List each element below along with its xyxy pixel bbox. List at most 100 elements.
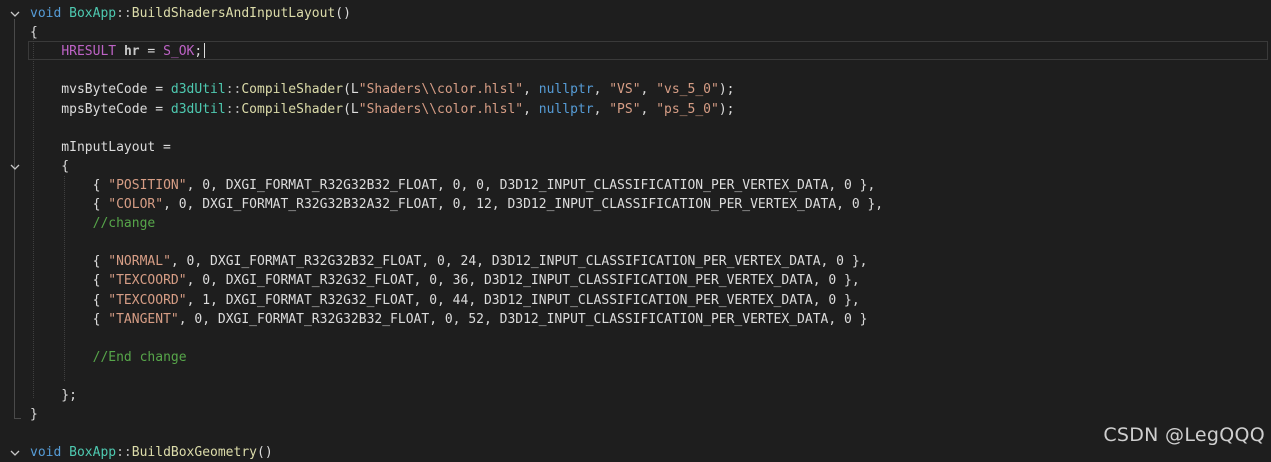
code-text: } (30, 405, 38, 424)
code-editor[interactable]: void BoxApp::BuildShadersAndInputLayout(… (0, 0, 1271, 462)
code-line[interactable]: { "COLOR", 0, DXGI_FORMAT_R32G32B32A32_F… (0, 195, 1271, 214)
code-line[interactable]: //change (0, 214, 1271, 233)
code-line[interactable]: { "TEXCOORD", 1, DXGI_FORMAT_R32G32_FLOA… (0, 291, 1271, 310)
code-text: { (30, 23, 38, 42)
code-token: BoxApp (69, 6, 117, 21)
code-token: //change (92, 216, 156, 232)
code-token: "vs_5_0" (656, 82, 719, 98)
code-token: { (30, 273, 109, 289)
code-line[interactable] (0, 367, 1271, 386)
code-token: { (30, 292, 109, 308)
code-token: "NORMAL" (108, 254, 171, 270)
code-text: void BoxApp::BuildBoxGeometry() (30, 443, 273, 462)
code-token: :: (116, 445, 132, 461)
code-line[interactable] (0, 329, 1271, 348)
code-text: { "COLOR", 0, DXGI_FORMAT_R32G32B32A32_F… (30, 195, 884, 214)
code-token: ; (194, 44, 203, 60)
code-line[interactable]: { "TEXCOORD", 0, DXGI_FORMAT_R32G32_FLOA… (0, 271, 1271, 290)
code-text: mvsByteCode = d3dUtil::CompileShader(L"S… (30, 80, 734, 99)
code-line[interactable]: { "TANGENT", 0, DXGI_FORMAT_R32G32B32_FL… (0, 310, 1271, 329)
code-line[interactable]: //End change (0, 348, 1271, 367)
code-token: { (30, 197, 109, 212)
code-line[interactable]: { "POSITION", 0, DXGI_FORMAT_R32G32B32_F… (0, 176, 1271, 195)
code-token: mvsByteCode = (30, 82, 171, 98)
code-line[interactable]: } (0, 405, 1271, 424)
code-token: () (257, 445, 273, 461)
code-line[interactable] (0, 61, 1271, 80)
code-token: BuildShadersAndInputLayout (131, 6, 336, 21)
code-line[interactable]: void BoxApp::BuildShadersAndInputLayout(… (0, 4, 1271, 23)
code-token: "TEXCOORD" (108, 273, 187, 289)
code-token: } (30, 407, 38, 423)
code-token: (L (343, 82, 359, 98)
code-token: , (523, 82, 539, 98)
code-line[interactable] (0, 424, 1271, 443)
code-line[interactable]: { (0, 23, 1271, 42)
code-text: mpsByteCode = d3dUtil::CompileShader(L"S… (30, 100, 734, 119)
code-token: , 0, DXGI_FORMAT_R32G32_FLOAT, 0, 36, D3… (186, 273, 860, 289)
code-token: "TANGENT" (108, 311, 179, 327)
code-line[interactable]: }; (0, 386, 1271, 405)
code-token: mpsByteCode = (30, 101, 171, 117)
code-token: (L (343, 101, 359, 117)
code-text: HRESULT hr = S_OK; (30, 42, 202, 61)
code-token: //End change (92, 349, 187, 365)
code-text: { "NORMAL", 0, DXGI_FORMAT_R32G32B32_FLO… (30, 252, 868, 271)
watermark: CSDN @LegQQQ (1103, 424, 1265, 446)
code-token: d3dUtil (170, 82, 226, 98)
chevron-down-icon[interactable] (4, 443, 20, 462)
code-token: :: (225, 101, 242, 117)
code-line[interactable]: void BoxApp::BuildBoxGeometry() (0, 443, 1271, 462)
code-token: hr (123, 44, 140, 60)
code-token: = (139, 44, 164, 60)
code-text: void BoxApp::BuildShadersAndInputLayout(… (30, 4, 351, 23)
code-token: , (640, 101, 657, 117)
code-token: S_OK (163, 44, 195, 60)
code-text: { "TEXCOORD", 0, DXGI_FORMAT_R32G32_FLOA… (30, 271, 860, 290)
code-token: , 0, DXGI_FORMAT_R32G32B32_FLOAT, 0, 24,… (170, 254, 868, 270)
code-token: "TEXCOORD" (108, 292, 187, 308)
code-text: mInputLayout = (30, 138, 171, 157)
code-line[interactable]: { (0, 157, 1271, 176)
code-line[interactable]: mvsByteCode = d3dUtil::CompileShader(L"S… (0, 80, 1271, 99)
code-token: nullptr (538, 82, 594, 98)
code-line[interactable] (0, 233, 1271, 252)
code-line[interactable]: HRESULT hr = S_OK; (0, 42, 1271, 61)
code-token: "POSITION" (108, 177, 187, 193)
code-token: , (640, 82, 657, 98)
code-token: CompileShader (241, 82, 344, 98)
code-token: { (30, 177, 109, 193)
code-token: :: (225, 82, 242, 98)
code-token: :: (116, 6, 132, 21)
code-token: , 0, DXGI_FORMAT_R32G32B32_FLOAT, 0, 52,… (178, 311, 868, 327)
code-token: , (593, 101, 610, 117)
code-token: "VS" (609, 82, 641, 98)
code-token: { (30, 254, 109, 270)
code-token: { (30, 311, 109, 327)
code-line[interactable] (0, 119, 1271, 138)
code-token: "COLOR" (108, 197, 164, 212)
code-token: , (593, 82, 610, 98)
code-line[interactable]: { "NORMAL", 0, DXGI_FORMAT_R32G32B32_FLO… (0, 252, 1271, 271)
code-text: }; (30, 386, 77, 405)
code-line[interactable]: mpsByteCode = d3dUtil::CompileShader(L"S… (0, 100, 1271, 119)
code-token: mInputLayout = (30, 139, 171, 155)
code-line[interactable]: mInputLayout = (0, 138, 1271, 157)
code-token: , 0, DXGI_FORMAT_R32G32B32_FLOAT, 0, 0, … (186, 177, 876, 193)
code-token: "ps_5_0" (656, 101, 719, 117)
code-token: , 1, DXGI_FORMAT_R32G32_FLOAT, 0, 44, D3… (186, 292, 860, 308)
chevron-down-icon[interactable] (4, 157, 20, 176)
code-token: HRESULT (61, 44, 124, 60)
code-token: ); (718, 82, 735, 98)
code-text: //End change (30, 348, 187, 367)
code-token: , 0, DXGI_FORMAT_R32G32B32A32_FLOAT, 0, … (163, 197, 884, 212)
code-text: { (30, 157, 69, 176)
text-caret (204, 43, 205, 58)
chevron-down-icon[interactable] (4, 4, 20, 23)
code-text: { "POSITION", 0, DXGI_FORMAT_R32G32B32_F… (30, 176, 876, 195)
code-token: void (30, 6, 70, 21)
code-token: "PS" (609, 101, 641, 117)
code-token: void (30, 445, 70, 461)
